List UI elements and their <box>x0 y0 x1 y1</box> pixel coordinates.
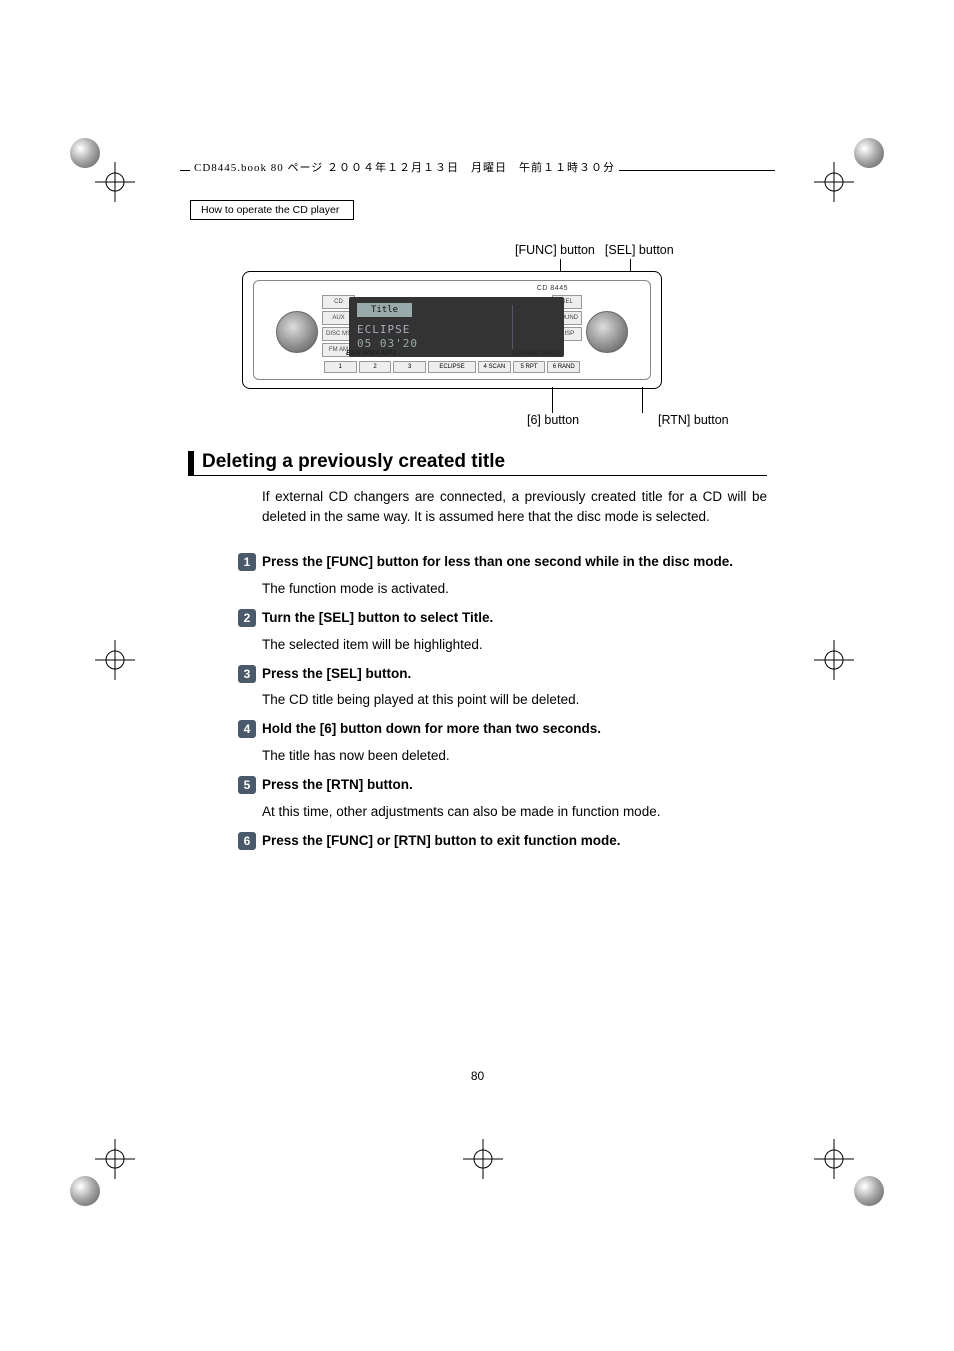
radio-logos: HD Radio SIRIUS <box>512 351 560 357</box>
label-6-button: [6] button <box>527 413 579 427</box>
step-3: 3 Press the [SEL] button. The CD title b… <box>262 665 767 711</box>
step-number-badge: 4 <box>238 720 256 738</box>
step-number-badge: 1 <box>238 553 256 571</box>
step-title: Hold the [6] button down for more than t… <box>262 720 767 739</box>
display-time: 05 03'20 <box>357 337 418 350</box>
step-title: Press the [FUNC] button for less than on… <box>262 553 767 572</box>
sel-knob-icon <box>586 311 628 353</box>
step-body: At this time, other adjustments can also… <box>262 803 767 822</box>
leader-line <box>642 387 643 413</box>
step-6: 6 Press the [FUNC] or [RTN] button to ex… <box>262 832 767 851</box>
crop-mark-bl <box>70 1176 100 1206</box>
step-title: Press the [FUNC] or [RTN] button to exit… <box>262 832 767 851</box>
preset-1: 1 <box>324 361 357 373</box>
step-title: Press the [SEL] button. <box>262 665 767 684</box>
label-sel-button: [SEL] button <box>605 243 674 257</box>
eclipse-logo: ECLIPSE <box>428 361 476 373</box>
heading-accent-bar <box>188 451 194 475</box>
step-4: 4 Hold the [6] button down for more than… <box>262 720 767 766</box>
bottom-button-row: 1 2 3 ECLIPSE 4 SCAN 5 RPT 6 RAND <box>324 361 580 373</box>
step-2: 2 Turn the [SEL] button to select Title.… <box>262 609 767 655</box>
registration-mark <box>463 1139 503 1179</box>
heading-underline <box>188 475 767 476</box>
display-info-icons <box>512 305 558 349</box>
registration-mark <box>95 1139 135 1179</box>
label-func-button: [FUNC] button <box>515 243 595 257</box>
step-number-badge: 5 <box>238 776 256 794</box>
step-number-badge: 6 <box>238 832 256 850</box>
source-file-header: CD8445.book 80 ページ ２００４年１２月１３日 月曜日 午前１１時… <box>190 159 619 175</box>
step-number-badge: 3 <box>238 665 256 683</box>
step-body: The CD title being played at this point … <box>262 691 767 710</box>
page-content: CD8445.book 80 ページ ２００４年１２月１３日 月曜日 午前１１時… <box>180 135 775 1145</box>
registration-mark <box>814 1139 854 1179</box>
step-title: Turn the [SEL] button to select Title. <box>262 609 767 628</box>
crop-mark-tr <box>854 138 884 168</box>
display-brand: ECLIPSE <box>357 323 410 336</box>
device-model-label: CD 8445 <box>537 285 568 292</box>
section-heading: Deleting a previously created title <box>188 451 767 475</box>
page-number: 80 <box>180 1069 775 1083</box>
crop-mark-br <box>854 1176 884 1206</box>
device-diagram: CD 8445 CD AUX DISC MS FM AM SEL SOUND D… <box>242 271 662 389</box>
label-rtn-button: [RTN] button <box>658 413 729 427</box>
step-1: 1 Press the [FUNC] button for less than … <box>262 553 767 599</box>
step-number-badge: 2 <box>238 609 256 627</box>
section-title-box: How to operate the CD player <box>190 200 354 220</box>
preset-6-rand: 6 RAND <box>547 361 580 373</box>
step-5: 5 Press the [RTN] button. At this time, … <box>262 776 767 822</box>
registration-mark <box>814 162 854 202</box>
registration-mark <box>95 640 135 680</box>
esn-label: ESN WMA MP3 <box>346 350 396 357</box>
step-body: The function mode is activated. <box>262 580 767 599</box>
device-display: Title ECLIPSE 05 03'20 <box>349 297 564 357</box>
registration-mark <box>95 162 135 202</box>
preset-3: 3 <box>393 361 426 373</box>
preset-2: 2 <box>359 361 392 373</box>
volume-knob-icon <box>276 311 318 353</box>
preset-4-scan: 4 SCAN <box>478 361 511 373</box>
step-title: Press the [RTN] button. <box>262 776 767 795</box>
leader-line <box>552 387 553 413</box>
heading-text: Deleting a previously created title <box>202 451 505 475</box>
display-title-field: Title <box>357 303 412 317</box>
step-body: The title has now been deleted. <box>262 747 767 766</box>
step-body: The selected item will be highlighted. <box>262 636 767 655</box>
steps-list: 1 Press the [FUNC] button for less than … <box>262 553 767 859</box>
diagram-top-labels: [FUNC] button [SEL] button <box>515 243 674 257</box>
intro-paragraph: If external CD changers are connected, a… <box>262 487 767 526</box>
registration-mark <box>814 640 854 680</box>
preset-5-rpt: 5 RPT <box>513 361 546 373</box>
